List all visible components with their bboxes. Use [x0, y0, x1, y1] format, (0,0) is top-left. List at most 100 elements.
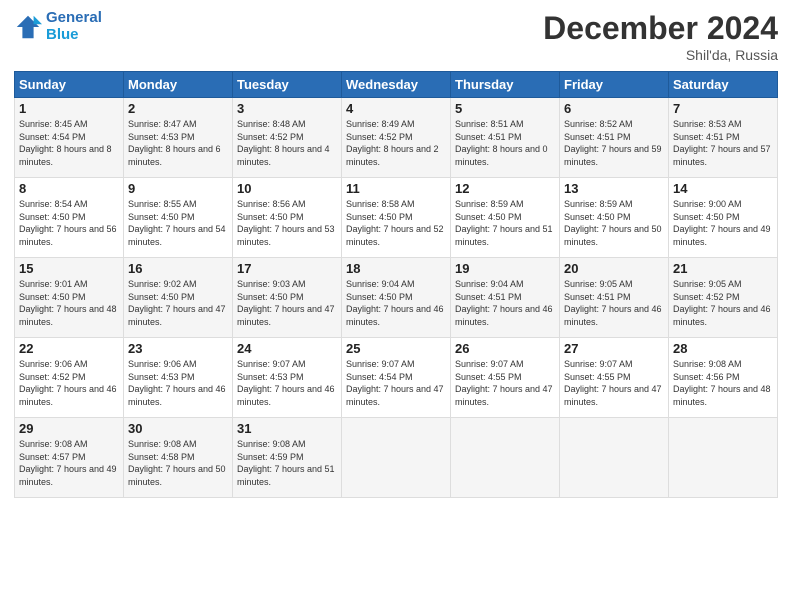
- day-number: 28: [673, 341, 773, 356]
- cell-info: Sunrise: 8:48 AMSunset: 4:52 PMDaylight:…: [237, 118, 337, 168]
- day-cell: 2 Sunrise: 8:47 AMSunset: 4:53 PMDaylight…: [124, 98, 233, 178]
- day-number: 11: [346, 181, 446, 196]
- day-cell: [451, 418, 560, 498]
- cell-info: Sunrise: 9:07 AMSunset: 4:54 PMDaylight:…: [346, 358, 446, 408]
- day-number: 27: [564, 341, 664, 356]
- cell-info: Sunrise: 8:59 AMSunset: 4:50 PMDaylight:…: [455, 198, 555, 248]
- day-number: 3: [237, 101, 337, 116]
- month-title: December 2024: [543, 10, 778, 47]
- day-cell: 12 Sunrise: 8:59 AMSunset: 4:50 PMDayligh…: [451, 178, 560, 258]
- day-number: 7: [673, 101, 773, 116]
- cell-info: Sunrise: 9:04 AMSunset: 4:50 PMDaylight:…: [346, 278, 446, 328]
- cell-info: Sunrise: 9:01 AMSunset: 4:50 PMDaylight:…: [19, 278, 119, 328]
- cell-info: Sunrise: 8:54 AMSunset: 4:50 PMDaylight:…: [19, 198, 119, 248]
- day-cell: 7 Sunrise: 8:53 AMSunset: 4:51 PMDaylight…: [669, 98, 778, 178]
- day-cell: 6 Sunrise: 8:52 AMSunset: 4:51 PMDaylight…: [560, 98, 669, 178]
- day-cell: 3 Sunrise: 8:48 AMSunset: 4:52 PMDaylight…: [233, 98, 342, 178]
- cell-info: Sunrise: 9:08 AMSunset: 4:57 PMDaylight:…: [19, 438, 119, 488]
- day-number: 25: [346, 341, 446, 356]
- day-cell: 15Sunrise: 9:01 AMSunset: 4:50 PMDayligh…: [15, 258, 124, 338]
- day-cell: 17 Sunrise: 9:03 AMSunset: 4:50 PMDayligh…: [233, 258, 342, 338]
- day-cell: 1 Sunrise: 8:45 AMSunset: 4:54 PMDaylight…: [15, 98, 124, 178]
- cell-info: Sunrise: 9:08 AMSunset: 4:58 PMDaylight:…: [128, 438, 228, 488]
- day-cell: 29 Sunrise: 9:08 AMSunset: 4:57 PMDayligh…: [15, 418, 124, 498]
- day-number: 8: [19, 181, 119, 196]
- cell-info: Sunrise: 9:00 AMSunset: 4:50 PMDaylight:…: [673, 198, 773, 248]
- day-cell: [560, 418, 669, 498]
- day-cell: 25 Sunrise: 9:07 AMSunset: 4:54 PMDayligh…: [342, 338, 451, 418]
- cell-info: Sunrise: 8:53 AMSunset: 4:51 PMDaylight:…: [673, 118, 773, 168]
- cell-info: Sunrise: 9:05 AMSunset: 4:52 PMDaylight:…: [673, 278, 773, 328]
- cell-info: Sunrise: 8:45 AMSunset: 4:54 PMDaylight:…: [19, 118, 119, 168]
- day-number: 21: [673, 261, 773, 276]
- day-cell: 31 Sunrise: 9:08 AMSunset: 4:59 PMDayligh…: [233, 418, 342, 498]
- location: Shil'da, Russia: [543, 47, 778, 63]
- cell-info: Sunrise: 8:52 AMSunset: 4:51 PMDaylight:…: [564, 118, 664, 168]
- header: General Blue December 2024 Shil'da, Russ…: [14, 10, 778, 63]
- cell-info: Sunrise: 9:03 AMSunset: 4:50 PMDaylight:…: [237, 278, 337, 328]
- day-cell: 13Sunrise: 8:59 AMSunset: 4:50 PMDayligh…: [560, 178, 669, 258]
- day-cell: 14 Sunrise: 9:00 AMSunset: 4:50 PMDayligh…: [669, 178, 778, 258]
- logo-text-line2: Blue: [46, 27, 102, 44]
- day-number: 24: [237, 341, 337, 356]
- day-header-tuesday: Tuesday: [233, 72, 342, 98]
- day-cell: 27 Sunrise: 9:07 AMSunset: 4:55 PMDayligh…: [560, 338, 669, 418]
- day-number: 13: [564, 181, 664, 196]
- cell-info: Sunrise: 9:06 AMSunset: 4:52 PMDaylight:…: [19, 358, 119, 408]
- cell-info: Sunrise: 9:05 AMSunset: 4:51 PMDaylight:…: [564, 278, 664, 328]
- cell-info: Sunrise: 9:07 AMSunset: 4:53 PMDaylight:…: [237, 358, 337, 408]
- calendar-table: SundayMondayTuesdayWednesdayThursdayFrid…: [14, 71, 778, 498]
- day-number: 6: [564, 101, 664, 116]
- day-header-wednesday: Wednesday: [342, 72, 451, 98]
- day-cell: 9Sunrise: 8:55 AMSunset: 4:50 PMDaylight…: [124, 178, 233, 258]
- week-row-4: 22 Sunrise: 9:06 AMSunset: 4:52 PMDayligh…: [15, 338, 778, 418]
- day-number: 20: [564, 261, 664, 276]
- cell-info: Sunrise: 9:07 AMSunset: 4:55 PMDaylight:…: [455, 358, 555, 408]
- day-number: 26: [455, 341, 555, 356]
- day-number: 4: [346, 101, 446, 116]
- day-cell: [669, 418, 778, 498]
- week-row-1: 1 Sunrise: 8:45 AMSunset: 4:54 PMDaylight…: [15, 98, 778, 178]
- logo: General Blue: [14, 10, 102, 43]
- day-number: 17: [237, 261, 337, 276]
- cell-info: Sunrise: 8:58 AMSunset: 4:50 PMDaylight:…: [346, 198, 446, 248]
- week-row-3: 15Sunrise: 9:01 AMSunset: 4:50 PMDayligh…: [15, 258, 778, 338]
- day-number: 29: [19, 421, 119, 436]
- day-number: 12: [455, 181, 555, 196]
- day-cell: 10 Sunrise: 8:56 AMSunset: 4:50 PMDayligh…: [233, 178, 342, 258]
- cell-info: Sunrise: 9:04 AMSunset: 4:51 PMDaylight:…: [455, 278, 555, 328]
- day-cell: 28Sunrise: 9:08 AMSunset: 4:56 PMDayligh…: [669, 338, 778, 418]
- day-number: 10: [237, 181, 337, 196]
- cell-info: Sunrise: 8:49 AMSunset: 4:52 PMDaylight:…: [346, 118, 446, 168]
- day-cell: 4 Sunrise: 8:49 AMSunset: 4:52 PMDaylight…: [342, 98, 451, 178]
- day-cell: 18 Sunrise: 9:04 AMSunset: 4:50 PMDayligh…: [342, 258, 451, 338]
- day-number: 5: [455, 101, 555, 116]
- day-cell: 30 Sunrise: 9:08 AMSunset: 4:58 PMDayligh…: [124, 418, 233, 498]
- day-number: 30: [128, 421, 228, 436]
- logo-icon: [14, 13, 42, 41]
- day-number: 22: [19, 341, 119, 356]
- cell-info: Sunrise: 8:56 AMSunset: 4:50 PMDaylight:…: [237, 198, 337, 248]
- day-header-thursday: Thursday: [451, 72, 560, 98]
- day-cell: 22 Sunrise: 9:06 AMSunset: 4:52 PMDayligh…: [15, 338, 124, 418]
- day-number: 18: [346, 261, 446, 276]
- cell-info: Sunrise: 8:47 AMSunset: 4:53 PMDaylight:…: [128, 118, 228, 168]
- day-header-friday: Friday: [560, 72, 669, 98]
- day-header-sunday: Sunday: [15, 72, 124, 98]
- day-cell: 19Sunrise: 9:04 AMSunset: 4:51 PMDayligh…: [451, 258, 560, 338]
- cell-info: Sunrise: 8:55 AMSunset: 4:50 PMDaylight:…: [128, 198, 228, 248]
- day-cell: 5Sunrise: 8:51 AMSunset: 4:51 PMDaylight…: [451, 98, 560, 178]
- cell-info: Sunrise: 9:08 AMSunset: 4:59 PMDaylight:…: [237, 438, 337, 488]
- cell-info: Sunrise: 9:07 AMSunset: 4:55 PMDaylight:…: [564, 358, 664, 408]
- day-number: 1: [19, 101, 119, 116]
- title-block: December 2024 Shil'da, Russia: [543, 10, 778, 63]
- day-cell: 26 Sunrise: 9:07 AMSunset: 4:55 PMDayligh…: [451, 338, 560, 418]
- day-cell: 16 Sunrise: 9:02 AMSunset: 4:50 PMDayligh…: [124, 258, 233, 338]
- day-number: 14: [673, 181, 773, 196]
- day-number: 2: [128, 101, 228, 116]
- week-row-5: 29 Sunrise: 9:08 AMSunset: 4:57 PMDayligh…: [15, 418, 778, 498]
- day-cell: 23Sunrise: 9:06 AMSunset: 4:53 PMDayligh…: [124, 338, 233, 418]
- cell-info: Sunrise: 9:02 AMSunset: 4:50 PMDaylight:…: [128, 278, 228, 328]
- day-number: 31: [237, 421, 337, 436]
- day-number: 16: [128, 261, 228, 276]
